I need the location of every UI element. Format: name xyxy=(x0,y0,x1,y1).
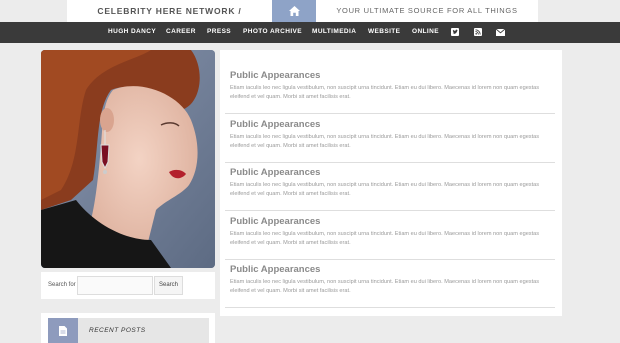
post-item[interactable]: Public Appearances Etiam iaculis leo nec… xyxy=(225,114,555,163)
post-excerpt: Etiam iaculis leo nec ligula vestibulum,… xyxy=(230,182,540,197)
post-item[interactable]: Public Appearances Etiam iaculis leo nec… xyxy=(225,259,555,308)
nav-item-online[interactable]: ONLINE xyxy=(412,22,439,43)
posts-list: Public Appearances Etiam iaculis leo nec… xyxy=(220,50,562,316)
nav-item-career[interactable]: CAREER xyxy=(166,22,196,43)
twitter-icon[interactable] xyxy=(450,27,460,37)
nav-item-website[interactable]: WEBSITE xyxy=(368,22,400,43)
post-title[interactable]: Public Appearances xyxy=(230,264,320,275)
post-excerpt: Etiam iaculis leo nec ligula vestibulum,… xyxy=(230,85,540,100)
post-excerpt: Etiam iaculis leo nec ligula vestibulum,… xyxy=(230,134,540,149)
recent-posts-title: RECENT POSTS xyxy=(89,327,146,334)
post-title[interactable]: Public Appearances xyxy=(230,167,320,178)
post-excerpt: Etiam iaculis leo nec ligula vestibulum,… xyxy=(230,231,540,246)
post-title[interactable]: Public Appearances xyxy=(230,216,320,227)
main-nav: HUGH DANCY CAREER PRESS PHOTO ARCHIVE MU… xyxy=(0,22,620,43)
post-item[interactable]: Public Appearances Etiam iaculis leo nec… xyxy=(225,65,555,114)
mail-icon[interactable] xyxy=(495,27,505,37)
post-item[interactable]: Public Appearances Etiam iaculis leo nec… xyxy=(225,211,555,260)
home-icon xyxy=(288,6,300,16)
recent-posts-widget: RECENT POSTS xyxy=(41,313,215,343)
search-label: Search for xyxy=(48,282,76,288)
nav-item-press[interactable]: PRESS xyxy=(207,22,231,43)
home-button[interactable] xyxy=(272,0,316,22)
featured-photo[interactable] xyxy=(41,50,215,268)
nav-item-photo-archive[interactable]: PHOTO ARCHIVE xyxy=(243,22,302,43)
nav-item-hugh-dancy[interactable]: HUGH DANCY xyxy=(108,22,156,43)
post-excerpt: Etiam iaculis leo nec ligula vestibulum,… xyxy=(230,279,540,294)
post-item[interactable]: Public Appearances Etiam iaculis leo nec… xyxy=(225,162,555,211)
post-title[interactable]: Public Appearances xyxy=(230,119,320,130)
top-bar: CELEBRITY HERE NETWORK / CELEBRITY.COM Y… xyxy=(0,0,620,38)
search-button[interactable]: Search xyxy=(154,276,183,295)
rss-icon[interactable] xyxy=(473,27,483,37)
search-input[interactable] xyxy=(77,276,153,295)
site-name-link[interactable]: CELEBRITY HERE NETWORK / CELEBRITY.COM xyxy=(67,0,272,38)
document-icon xyxy=(48,318,78,343)
nav-item-multimedia[interactable]: MULTIMEDIA xyxy=(312,22,356,43)
celebrity-portrait-image xyxy=(41,50,215,268)
search-widget: Search for Search xyxy=(41,272,215,299)
site-tagline: YOUR ULTIMATE SOURCE FOR ALL THINGS CELE… xyxy=(316,0,538,37)
post-title[interactable]: Public Appearances xyxy=(230,70,320,81)
recent-posts-header: RECENT POSTS xyxy=(48,318,209,343)
